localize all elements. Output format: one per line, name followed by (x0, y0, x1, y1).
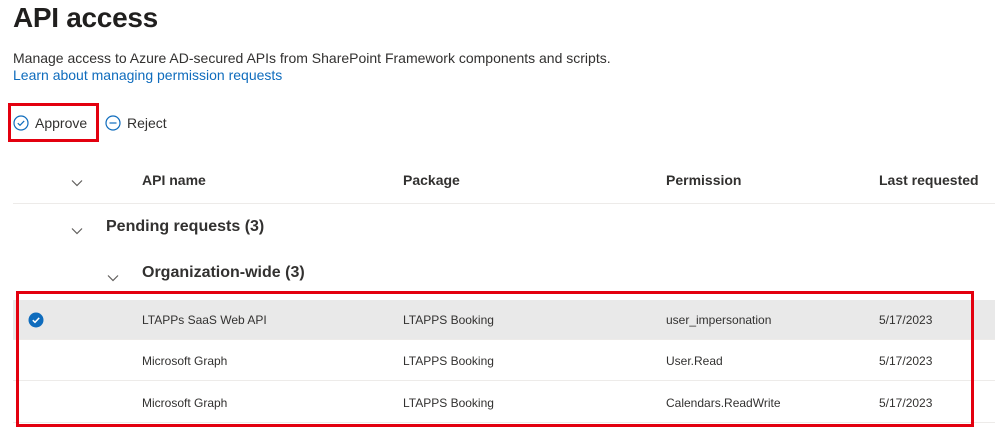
page-description: Manage access to Azure AD-secured APIs f… (13, 50, 611, 66)
approve-highlight-box (8, 103, 99, 142)
api-access-page: API access Manage access to Azure AD-sec… (0, 0, 995, 435)
column-header-permission[interactable]: Permission (666, 172, 741, 188)
minus-circle-icon (105, 115, 121, 131)
page-title: API access (13, 2, 158, 33)
column-header-last-requested[interactable]: Last requested (879, 172, 979, 188)
learn-more-link[interactable]: Learn about managing permission requests (13, 67, 282, 83)
pending-group-chevron-icon[interactable] (71, 223, 83, 241)
reject-label: Reject (127, 115, 167, 131)
header-divider (13, 203, 995, 204)
collapse-all-chevron-icon[interactable] (71, 175, 83, 193)
group-header-pending: Pending requests (3) (106, 218, 265, 235)
reject-button[interactable]: Reject (105, 110, 167, 136)
column-header-package[interactable]: Package (403, 172, 460, 188)
org-wide-group-chevron-icon[interactable] (107, 270, 119, 288)
group-header-org-wide: Organization-wide (3) (142, 264, 305, 281)
rows-highlight-box (16, 291, 974, 427)
column-header-api-name[interactable]: API name (142, 172, 206, 188)
